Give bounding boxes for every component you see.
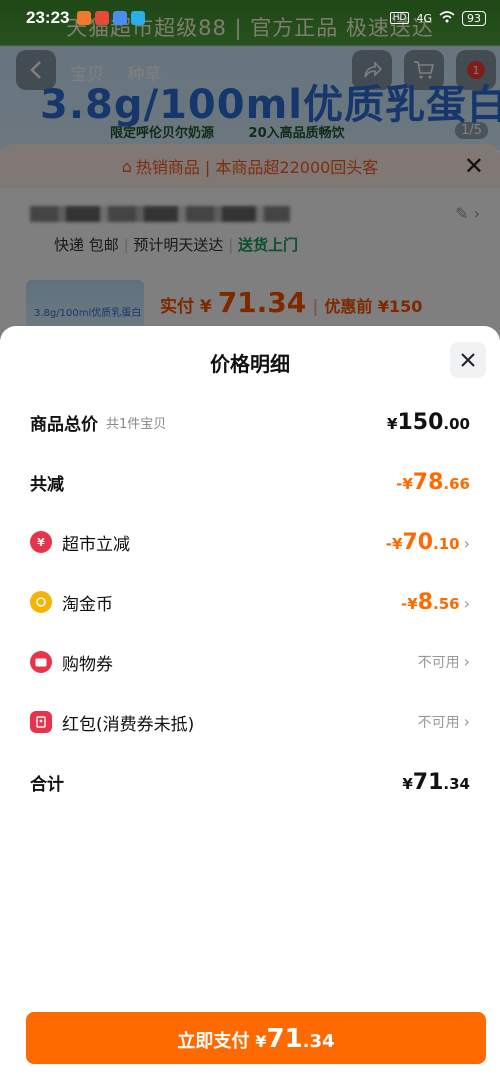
row-label: 合计 bbox=[30, 774, 64, 795]
row-label: 红包(消费券未抵) bbox=[62, 714, 195, 735]
item-count: 共1件宝贝 bbox=[106, 416, 167, 432]
status-time: 23:23 bbox=[26, 8, 70, 27]
row-label: 购物券 bbox=[62, 654, 113, 675]
row-label: 超市立减 bbox=[62, 534, 130, 555]
row-shopping-voucher[interactable]: 购物券 不可用 › bbox=[0, 642, 500, 682]
background-product-page: 天猫超市超级88 | 官方正品 极速送达 宝贝 种草 1 3.8g/100ml优… bbox=[0, 0, 500, 340]
pay-currency-symbol: ¥ bbox=[255, 1032, 267, 1051]
app-notification-icon bbox=[77, 11, 92, 25]
currency-symbol: ¥ bbox=[387, 414, 398, 433]
signal-icon: 4G bbox=[416, 11, 432, 25]
pay-label: 立即支付 bbox=[177, 1031, 250, 1052]
row-red-packet[interactable]: 红包(消费券未抵) 不可用 › bbox=[0, 702, 500, 742]
currency-symbol: -¥ bbox=[396, 474, 413, 493]
currency-symbol: -¥ bbox=[401, 594, 418, 613]
subtotal-value: ¥71.34 bbox=[402, 770, 470, 795]
app-notification-icon bbox=[95, 11, 110, 25]
unavailable-text: 不可用 bbox=[417, 715, 460, 731]
amount-integer: 78 bbox=[412, 469, 444, 495]
amount-decimal: .56 bbox=[433, 594, 460, 613]
red-packet-value: 不可用 › bbox=[418, 712, 470, 732]
unavailable-text: 不可用 bbox=[417, 655, 460, 671]
amount-integer: 70 bbox=[402, 529, 434, 555]
system-indicators: HD 4G 93 bbox=[389, 10, 486, 26]
row-supermarket-discount[interactable]: ¥ 超市立减 -¥ 70.10 › bbox=[0, 522, 500, 562]
amount-decimal: .10 bbox=[433, 534, 460, 553]
chevron-right-icon: › bbox=[463, 652, 470, 671]
row-total-discount: 共减 -¥ 78.66 bbox=[0, 462, 500, 502]
red-packet-icon bbox=[30, 711, 52, 733]
wifi-icon bbox=[439, 10, 455, 26]
pay-amount-integer: 71 bbox=[266, 1024, 303, 1054]
row-label: 共减 bbox=[30, 474, 64, 495]
pay-now-button[interactable]: 立即支付 ¥71.34 bbox=[26, 1012, 486, 1064]
close-button[interactable] bbox=[450, 342, 486, 378]
row-subtotal: 合计 ¥71.34 bbox=[0, 762, 500, 802]
ticket-icon bbox=[30, 651, 52, 673]
amount-decimal: .66 bbox=[443, 474, 470, 493]
row-label: 淘金币 bbox=[62, 594, 113, 615]
total-discount-value: -¥ 78.66 bbox=[396, 470, 470, 495]
chevron-right-icon: › bbox=[463, 533, 470, 553]
battery-icon: 93 bbox=[462, 10, 486, 26]
chevron-right-icon: › bbox=[463, 593, 470, 613]
hd-icon: HD bbox=[389, 12, 410, 24]
amount-decimal: .00 bbox=[443, 414, 470, 433]
currency-symbol: -¥ bbox=[385, 534, 403, 553]
amount-decimal: .34 bbox=[443, 774, 470, 793]
modal-overlay[interactable] bbox=[0, 0, 500, 340]
row-label: 商品总价 bbox=[30, 414, 98, 435]
sheet-title: 价格明细 bbox=[210, 352, 290, 376]
supermarket-discount-value: -¥ 70.10 › bbox=[386, 530, 470, 555]
chevron-right-icon: › bbox=[463, 712, 470, 731]
total-price-value: ¥150.00 bbox=[387, 410, 470, 435]
shopping-voucher-value: 不可用 › bbox=[418, 652, 470, 672]
amount-integer: 150 bbox=[397, 409, 444, 435]
amount-integer: 8 bbox=[417, 589, 434, 615]
app-notification-icon bbox=[131, 11, 146, 25]
pay-amount-decimal: .34 bbox=[302, 1031, 335, 1052]
app-notification-icon bbox=[113, 11, 128, 25]
taojinbi-value: -¥ 8.56 › bbox=[401, 590, 470, 615]
gold-coin-icon bbox=[30, 591, 52, 613]
row-taojinbi[interactable]: 淘金币 -¥ 8.56 › bbox=[0, 582, 500, 622]
coupon-tag-icon: ¥ bbox=[30, 531, 52, 553]
status-bar: 23:23 HD 4G 93 bbox=[0, 0, 500, 36]
amount-integer: 71 bbox=[412, 769, 444, 795]
row-total-price: 商品总价 共1件宝贝 ¥150.00 bbox=[0, 402, 500, 442]
price-detail-sheet: 价格明细 商品总价 共1件宝贝 ¥150.00 共减 -¥ 78.66 ¥ 超市立… bbox=[0, 326, 500, 1075]
close-icon bbox=[461, 353, 475, 367]
notification-icons bbox=[77, 11, 146, 25]
currency-symbol: ¥ bbox=[402, 774, 413, 793]
